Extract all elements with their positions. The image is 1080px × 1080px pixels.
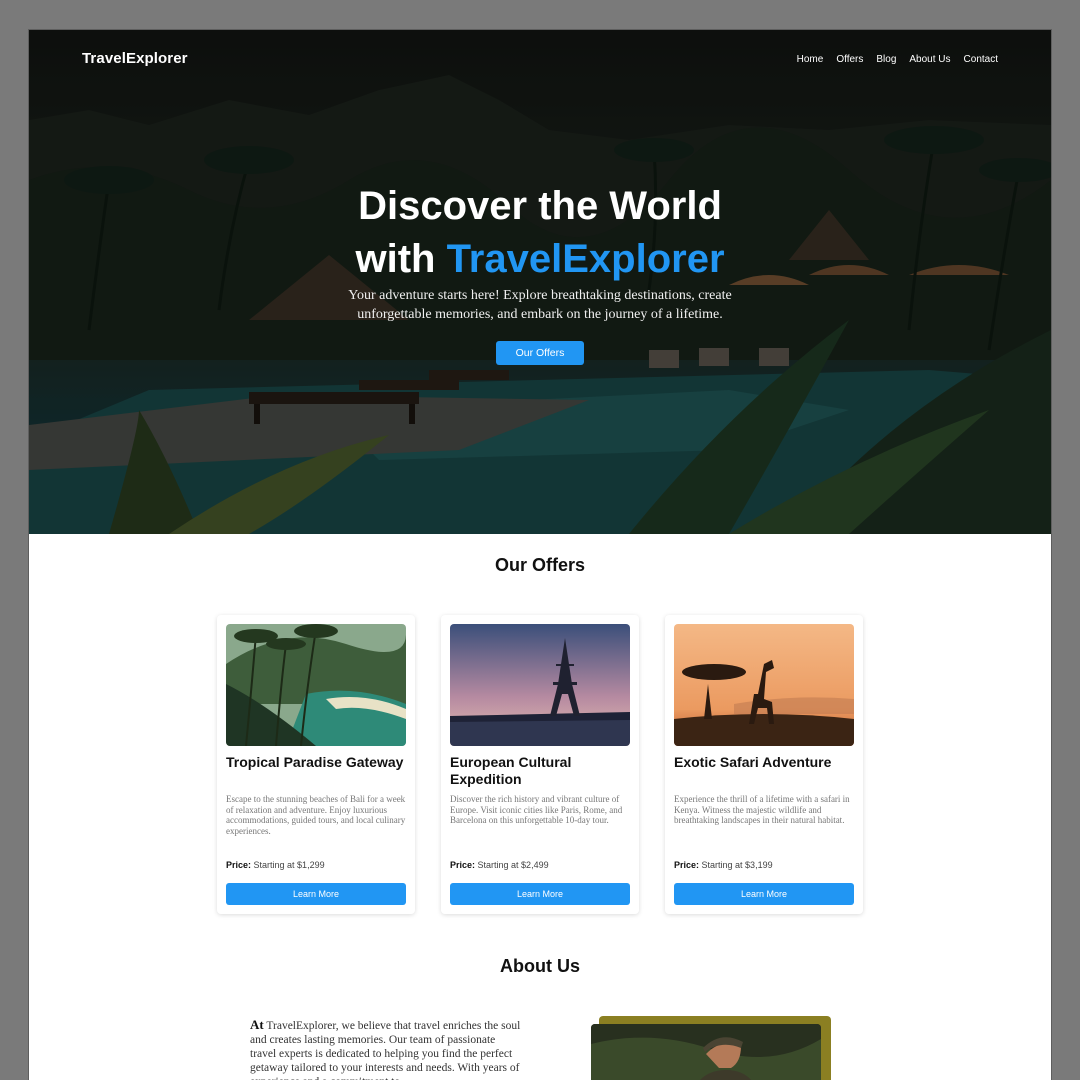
page: TravelExplorer Home Offers Blog About Us… <box>29 30 1051 1080</box>
nav-link-offers[interactable]: Offers <box>836 54 863 65</box>
safari-giraffe-image <box>674 624 854 746</box>
hero-subtitle: Your adventure starts here! Explore brea… <box>348 288 732 322</box>
eiffel-tower-image <box>450 624 630 746</box>
price-value: Starting at $2,499 <box>477 860 549 870</box>
learn-more-button[interactable]: Learn More <box>450 883 630 905</box>
price-label: Price: <box>674 860 700 870</box>
offers-section-title: Our Offers <box>494 555 586 575</box>
hero-title: Discover the World with TravelExplorer <box>29 180 1051 286</box>
nav-menu: Home Offers Blog About Us Contact <box>797 54 998 65</box>
about-photo <box>591 1024 821 1080</box>
hero-title-accent: TravelExplorer <box>446 237 725 281</box>
nav-link-contact[interactable]: Contact <box>964 54 998 65</box>
offer-card-tropical: Tropical Paradise Gateway Escape to the … <box>217 615 415 914</box>
hero-section: TravelExplorer Home Offers Blog About Us… <box>29 30 1051 534</box>
price-value: Starting at $1,299 <box>253 860 325 870</box>
about-lead: At <box>250 1017 264 1032</box>
about-body: TravelExplorer, we believe that travel e… <box>250 1020 521 1080</box>
our-offers-button[interactable]: Our Offers <box>496 341 584 365</box>
offer-card-price: Price: Starting at $3,199 <box>674 860 773 870</box>
hero-title-with: with <box>355 237 436 281</box>
tropical-beach-image <box>226 624 406 746</box>
about-text: At TravelExplorer, we believe that trave… <box>250 1018 522 1080</box>
price-label: Price: <box>226 860 252 870</box>
hero-title-line1: Discover the World <box>358 184 722 228</box>
site-logo[interactable]: TravelExplorer <box>82 50 188 67</box>
navbar: TravelExplorer Home Offers Blog About Us… <box>29 30 1051 90</box>
offer-card-price: Price: Starting at $2,499 <box>450 860 549 870</box>
offer-card-description: Discover the rich history and vibrant cu… <box>450 794 623 825</box>
offer-card-description: Experience the thrill of a lifetime with… <box>674 794 850 825</box>
offer-card-title: Exotic Safari Adventure <box>674 754 832 770</box>
nav-link-about-us[interactable]: About Us <box>909 54 950 65</box>
nav-link-home[interactable]: Home <box>797 54 824 65</box>
offer-card-title: Tropical Paradise Gateway <box>226 754 404 770</box>
nav-link-blog[interactable]: Blog <box>876 54 896 65</box>
price-label: Price: <box>450 860 476 870</box>
offer-card-european: European Cultural Expedition Discover th… <box>441 615 639 914</box>
offer-card-price: Price: Starting at $1,299 <box>226 860 325 870</box>
price-value: Starting at $3,199 <box>701 860 773 870</box>
offer-card-title: European Cultural Expedition <box>450 754 572 787</box>
offer-card-safari: Exotic Safari Adventure Experience the t… <box>665 615 863 914</box>
learn-more-button[interactable]: Learn More <box>674 883 854 905</box>
learn-more-button[interactable]: Learn More <box>226 883 406 905</box>
about-section-title: About Us <box>500 956 580 976</box>
offer-card-description: Escape to the stunning beaches of Bali f… <box>226 794 406 836</box>
